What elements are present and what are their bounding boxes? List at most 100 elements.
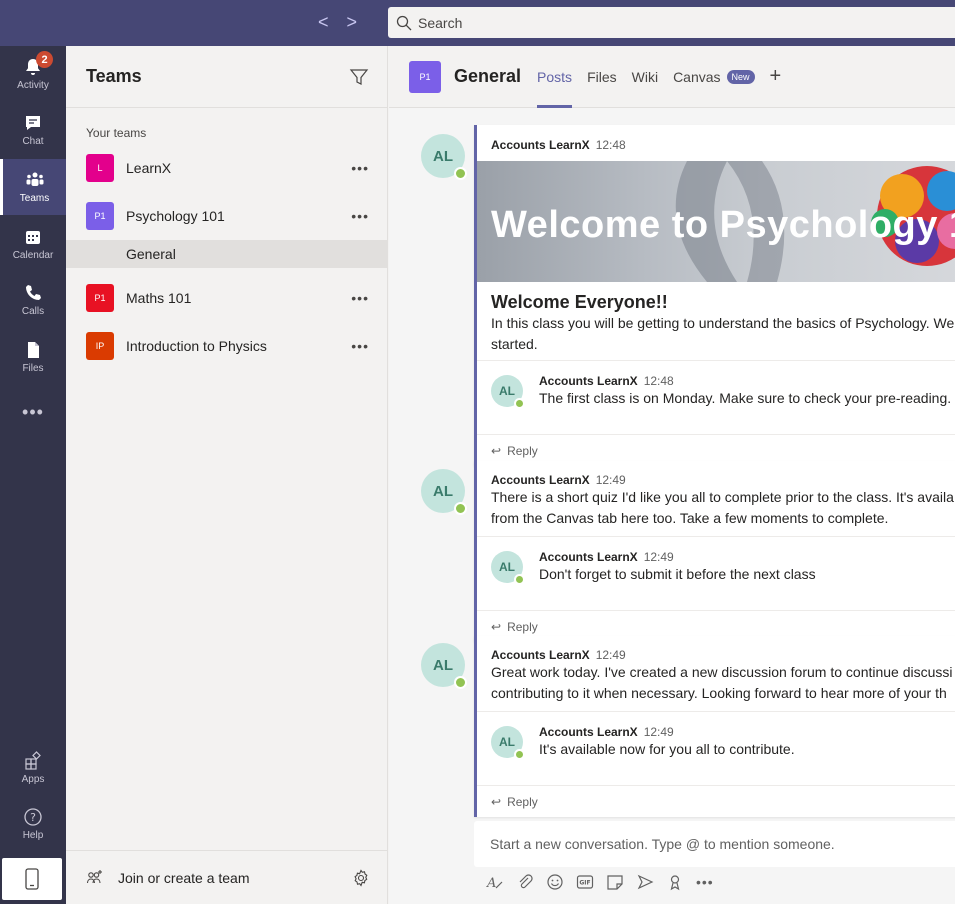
post-card: Accounts LearnX 12:48 Welcome to Psycholo… — [474, 125, 955, 466]
channel-header: P1 General Posts Files Wiki Canvas New + — [389, 46, 955, 108]
praise-icon[interactable] — [666, 873, 684, 891]
more-options-icon[interactable]: ••• — [351, 338, 369, 354]
reply-time: 12:48 — [643, 374, 674, 388]
post-time: 12:49 — [595, 473, 626, 487]
search-input[interactable]: Search — [388, 7, 955, 38]
rail-teams-label: Teams — [19, 193, 50, 204]
reply-avatar[interactable]: AL — [491, 551, 525, 585]
team-item-maths-101[interactable]: P1 Maths 101 ••• — [66, 274, 387, 322]
reply-avatar[interactable]: AL — [491, 726, 525, 760]
team-name: Psychology 101 — [126, 208, 225, 224]
join-create-label: Join or create a team — [118, 869, 250, 886]
post-body-continued: contributing to it when necessary. Looki… — [491, 685, 947, 701]
activity-badge: 2 — [36, 51, 53, 68]
more-options-icon[interactable]: ••• — [351, 208, 369, 224]
banner-title: Welcome to Psychology 1 — [491, 204, 955, 246]
filter-icon[interactable] — [349, 67, 369, 87]
channel-item-general[interactable]: General — [66, 240, 387, 268]
rail-help[interactable]: ? Help — [0, 796, 66, 852]
more-options-icon[interactable]: ••• — [351, 290, 369, 306]
attach-icon[interactable] — [516, 873, 534, 891]
rail-files-label: Files — [22, 363, 44, 374]
tab-files[interactable]: Files — [587, 46, 617, 108]
avatar-initials: AL — [499, 735, 515, 749]
reply-time: 12:49 — [643, 550, 674, 564]
post-author: Accounts LearnX — [491, 648, 590, 662]
post-meta: Accounts LearnX 12:48 — [477, 125, 955, 161]
join-create-team-button[interactable]: Join or create a team — [86, 869, 352, 887]
teams-panel: Teams Your teams L LearnX ••• P1 Psychol… — [66, 46, 388, 904]
rail-apps[interactable]: Apps — [0, 740, 66, 796]
forward-arrow-icon[interactable]: > — [347, 12, 358, 32]
avatar-initials: AL — [433, 656, 453, 674]
file-icon — [28, 342, 39, 358]
reply-meta: Accounts LearnX 12:48 — [539, 374, 674, 388]
post-body-continued: from the Canvas tab here too. Take a few… — [491, 510, 889, 526]
team-avatar: P1 — [86, 284, 114, 312]
rail-apps-label: Apps — [21, 774, 45, 785]
add-tab-icon[interactable]: + — [770, 65, 782, 88]
svg-text:GIF: GIF — [579, 880, 590, 887]
chat-icon — [26, 116, 40, 130]
search-placeholder: Search — [418, 14, 463, 31]
avatar[interactable]: AL — [421, 643, 467, 689]
gif-icon[interactable]: GIF — [576, 873, 594, 891]
team-item-introduction-to-physics[interactable]: IP Introduction to Physics ••• — [66, 322, 387, 370]
reply-button[interactable]: ↩ Reply — [477, 785, 955, 817]
tab-canvas-label: Canvas — [673, 68, 721, 85]
presence-available-icon — [454, 676, 467, 689]
avatar[interactable]: AL — [421, 134, 467, 180]
back-arrow-icon[interactable]: < — [318, 12, 329, 32]
emoji-icon[interactable] — [546, 873, 564, 891]
tab-wiki[interactable]: Wiki — [632, 46, 658, 108]
svg-text:A: A — [486, 876, 496, 891]
reply-message: AL Accounts LearnX 12:48 The first class … — [477, 360, 955, 434]
post-body: There is a short quiz I'd like you all t… — [491, 489, 954, 505]
rail-teams[interactable]: Teams — [0, 159, 66, 215]
avatar[interactable]: AL — [421, 469, 467, 515]
reply-label: Reply — [507, 619, 538, 634]
team-item-psychology-101[interactable]: P1 Psychology 101 ••• — [66, 192, 387, 240]
tab-posts[interactable]: Posts — [537, 46, 573, 108]
presence-available-icon — [454, 502, 467, 515]
rail-calendar[interactable]: Calendar — [0, 216, 66, 272]
team-avatar: L — [86, 154, 114, 182]
more-options-icon[interactable]: ••• — [351, 160, 369, 176]
rail-calls[interactable]: Calls — [0, 272, 66, 328]
reply-arrow-icon: ↩ — [491, 619, 502, 634]
team-name: Maths 101 — [126, 290, 192, 306]
team-avatar: P1 — [86, 202, 114, 230]
new-conversation-input[interactable]: Start a new conversation. Type @ to ment… — [474, 821, 955, 867]
reply-meta: Accounts LearnX 12:49 — [539, 725, 674, 739]
presence-available-icon — [514, 574, 525, 585]
rail-files[interactable]: Files — [0, 329, 66, 385]
reply-author: Accounts LearnX — [539, 550, 638, 564]
settings-gear-icon[interactable] — [352, 868, 370, 887]
presence-available-icon — [454, 167, 467, 180]
compose-toolbar: A GIF ••• — [486, 873, 714, 891]
post-body-continued: started. — [491, 336, 538, 352]
post-meta: Accounts LearnX 12:49 — [491, 473, 950, 487]
rail-help-label: Help — [22, 830, 44, 841]
your-teams-label: Your teams — [86, 126, 147, 140]
presence-available-icon — [514, 749, 525, 760]
meet-now-icon[interactable] — [636, 873, 654, 891]
reply-avatar[interactable]: AL — [491, 375, 525, 409]
more-options-icon[interactable]: ••• — [696, 874, 714, 890]
rail-activity[interactable]: Activity 2 — [0, 46, 66, 102]
reply-label: Reply — [507, 794, 538, 809]
top-bar: < > Search — [0, 0, 955, 46]
tab-canvas[interactable]: Canvas New — [673, 46, 755, 108]
post-body: Great work today. I've created a new dis… — [491, 664, 953, 680]
channel-tabs: Posts Files Wiki Canvas New + — [537, 46, 781, 108]
rail-chat[interactable]: Chat — [0, 102, 66, 158]
download-mobile-button[interactable] — [2, 858, 62, 900]
reply-arrow-icon: ↩ — [491, 443, 502, 458]
format-icon[interactable]: A — [486, 873, 504, 891]
team-item-learnx[interactable]: L LearnX ••• — [66, 144, 387, 192]
avatar-initials: AL — [433, 482, 453, 500]
sticker-icon[interactable] — [606, 873, 624, 891]
more-apps-icon[interactable]: ••• — [0, 402, 66, 423]
welcome-banner-image: Welcome to Psychology 1 — [477, 161, 955, 282]
rail-calls-label: Calls — [21, 306, 45, 317]
